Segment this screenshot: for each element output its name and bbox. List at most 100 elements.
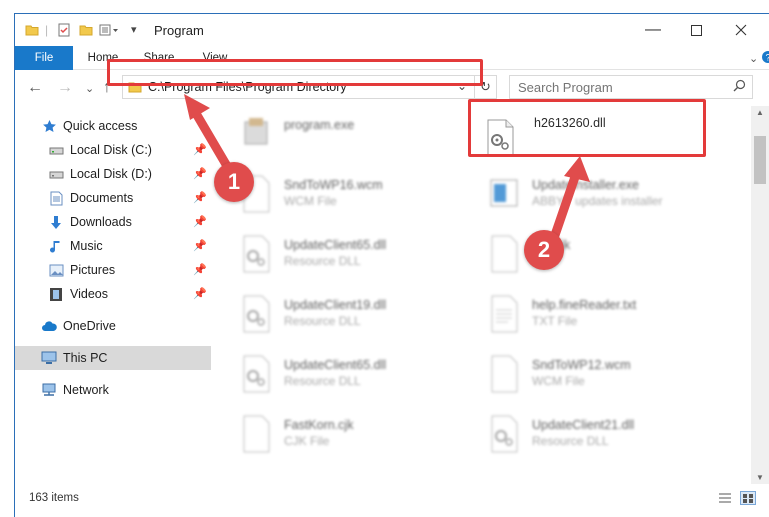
sidebar-item-pictures[interactable]: Pictures 📌	[15, 258, 211, 282]
scrollbar-thumb[interactable]	[754, 136, 766, 184]
file-type: TXT File	[532, 314, 578, 328]
pin-icon[interactable]: 📌	[193, 239, 207, 252]
separator: |	[45, 23, 49, 37]
forward-arrow-icon[interactable]: →	[57, 79, 73, 97]
drive-icon	[48, 142, 64, 158]
sidebar-item-downloads[interactable]: Downloads 📌	[15, 210, 211, 234]
file-name: help.fineReader.txt	[532, 298, 637, 312]
documents-icon	[48, 190, 64, 206]
recent-locations-icon[interactable]: ⌄	[85, 82, 94, 95]
file-type: Resource DLL	[532, 434, 609, 448]
maximize-button[interactable]	[673, 14, 719, 46]
file-item[interactable]: SndToWP12.wcm WCM File	[459, 346, 699, 402]
close-button[interactable]	[718, 14, 764, 46]
chevron-down-icon[interactable]: ⌄	[749, 52, 758, 65]
sidebar-item-videos[interactable]: Videos 📌	[15, 282, 211, 306]
file-highlight-box	[468, 99, 706, 157]
generic-file-icon	[239, 414, 273, 454]
sidebar-item-label: Local Disk (C:)	[70, 143, 152, 157]
sidebar-item-this-pc[interactable]: This PC	[15, 346, 211, 370]
address-highlight-box	[107, 59, 483, 86]
sidebar-item-music[interactable]: Music 📌	[15, 234, 211, 258]
drive-icon	[48, 166, 64, 182]
music-icon	[48, 238, 64, 254]
sidebar-item-onedrive[interactable]: OneDrive	[15, 314, 211, 338]
file-item[interactable]: help.fineReader.txt TXT File	[459, 286, 699, 342]
sidebar-item-label: Downloads	[70, 215, 132, 229]
file-name: SndToWP12.wcm	[532, 358, 631, 372]
sidebar-item-label: Pictures	[70, 263, 116, 277]
pin-icon[interactable]: 📌	[193, 287, 207, 300]
folder-icon	[25, 23, 39, 39]
pin-icon[interactable]: 📌	[193, 263, 207, 276]
sidebar-item-label: OneDrive	[63, 319, 116, 333]
file-type: CJK File	[284, 434, 330, 448]
file-type: WCM File	[284, 194, 337, 208]
minimize-button[interactable]: —	[630, 14, 676, 46]
details-view-icon[interactable]	[718, 492, 732, 507]
file-item[interactable]: UpdateClient65.dll Resource DLL	[211, 346, 451, 402]
file-item[interactable]: FastKorn.cjk CJK File	[211, 406, 451, 462]
download-icon	[48, 214, 64, 230]
sidebar-item-network[interactable]: Network	[15, 378, 211, 402]
sidebar-item-documents[interactable]: Documents 📌	[15, 186, 211, 210]
customize-icon[interactable]	[99, 23, 121, 39]
back-arrow-icon[interactable]: ←	[27, 79, 43, 97]
file-item[interactable]: program.exe	[211, 106, 451, 162]
file-name: FastKorn.cjk	[284, 418, 354, 432]
step-1-badge: 1	[214, 162, 254, 202]
file-name: UpdateClient65.dll	[284, 358, 387, 372]
dropdown-arrow-icon[interactable]: ▾	[131, 23, 137, 39]
cloud-icon	[41, 318, 57, 334]
search-input[interactable]	[518, 77, 728, 97]
file-name: UpdateClient65.dll	[284, 238, 387, 252]
videos-icon	[48, 286, 64, 302]
sidebar-item-label: This PC	[63, 351, 108, 365]
file-type: WCM File	[532, 374, 585, 388]
star-icon	[41, 118, 57, 134]
window-title: Program	[154, 23, 204, 38]
pictures-icon	[48, 262, 64, 278]
file-type: Resource DLL	[284, 374, 361, 388]
file-item[interactable]: UpdateClient21.dll Resource DLL	[459, 406, 699, 462]
file-name: UpdateClient21.dll	[532, 418, 635, 432]
svg-text:?: ?	[765, 53, 769, 63]
properties-icon[interactable]	[57, 23, 71, 39]
file-item[interactable]: UpdateClient19.dll Resource DLL	[211, 286, 451, 342]
vertical-scrollbar[interactable]: ▲ ▼	[751, 106, 769, 484]
file-name: program.exe	[284, 118, 355, 132]
large-icons-view-icon[interactable]	[740, 491, 756, 505]
dll-file-icon	[239, 354, 273, 394]
help-icon[interactable]: ?	[761, 50, 769, 64]
dll-file-icon	[239, 234, 273, 274]
step-2-badge: 2	[524, 230, 564, 270]
search-icon[interactable]	[733, 79, 746, 95]
computer-icon	[41, 350, 57, 366]
file-item[interactable]: UpdateClient65.dll Resource DLL	[211, 226, 451, 282]
text-file-icon	[487, 294, 521, 334]
tab-file[interactable]: File	[15, 46, 73, 70]
sidebar-item-label: Documents	[70, 191, 134, 205]
scroll-up-icon[interactable]: ▲	[756, 108, 764, 117]
status-bar: 163 items	[15, 484, 769, 517]
file-type: Resource DLL	[284, 254, 361, 268]
file-list: program.exe SndToWP16.wcm WCM File Updat…	[211, 106, 751, 484]
file-type: Resource DLL	[284, 314, 361, 328]
file-explorer-window: | ▾ Program — File Home Share View ⌄ ? ←	[14, 13, 769, 517]
pin-icon[interactable]: 📌	[193, 215, 207, 228]
file-name: UpdateClient19.dll	[284, 298, 387, 312]
file-name: SndToWP16.wcm	[284, 178, 383, 192]
dll-file-icon	[487, 414, 521, 454]
pin-icon[interactable]: 📌	[193, 191, 207, 204]
sidebar-item-label: Network	[63, 383, 109, 397]
generic-file-icon	[487, 234, 521, 274]
sidebar-item-label: Local Disk (D:)	[70, 167, 152, 181]
sidebar-item-label: Quick access	[63, 119, 138, 133]
scroll-down-icon[interactable]: ▼	[756, 473, 764, 482]
dll-file-icon	[239, 294, 273, 334]
new-folder-icon[interactable]	[79, 23, 93, 39]
search-box[interactable]	[509, 75, 753, 99]
title-bar: | ▾ Program —	[15, 14, 769, 46]
sidebar-item-label: Music	[70, 239, 103, 253]
sidebar-item-label: Videos	[70, 287, 108, 301]
